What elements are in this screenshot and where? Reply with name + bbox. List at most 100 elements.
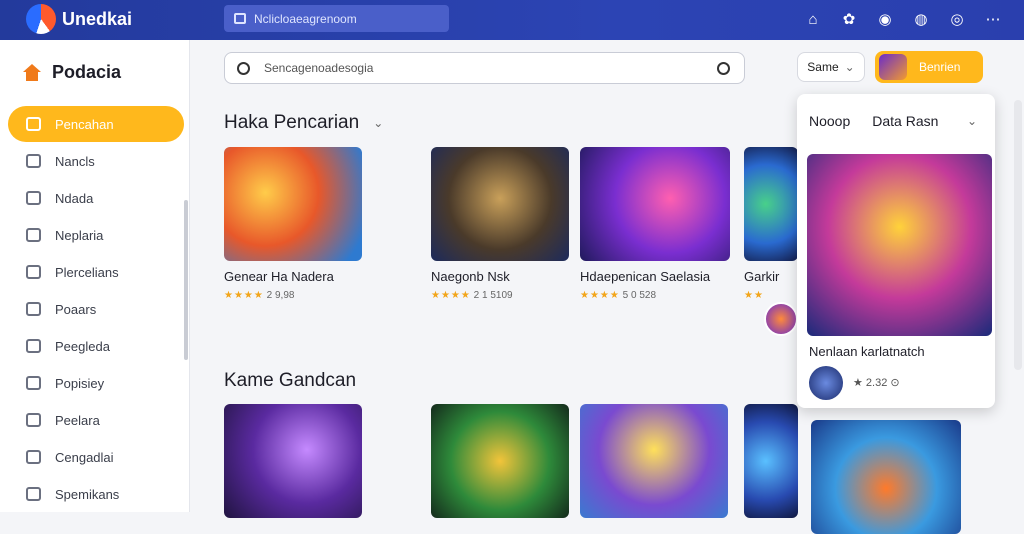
address-bar[interactable]: Nclicloaeagrenoom bbox=[224, 5, 449, 32]
section-title-2: Kame Gandcan bbox=[224, 370, 356, 392]
sort-dropdown[interactable]: Same ⌄ bbox=[797, 52, 865, 82]
home-icon[interactable]: ⌂ bbox=[802, 8, 824, 30]
popup-tab-2[interactable]: Data Rasn bbox=[872, 113, 938, 129]
chevron-down-icon[interactable]: ⌄ bbox=[967, 114, 977, 128]
record-icon[interactable]: ◉ bbox=[874, 8, 896, 30]
sidebar-item-label: Ndada bbox=[55, 190, 94, 206]
profile-icon[interactable]: ◎ bbox=[946, 8, 968, 30]
sidebar-item-2[interactable]: Ndada bbox=[8, 180, 184, 216]
game-card[interactable]: Genear Ha Nadera ★★★★ 2 9,98 bbox=[224, 147, 362, 301]
sidebar-item-6[interactable]: Peegleda bbox=[8, 328, 184, 364]
game-card[interactable]: Garkir ★★ bbox=[744, 147, 798, 301]
game-thumbnail bbox=[431, 404, 569, 518]
sidebar-item-label: Nancls bbox=[55, 153, 95, 169]
sidebar-item-4[interactable]: Plercelians bbox=[8, 254, 184, 290]
search-input[interactable]: Sencagenoadesogia bbox=[224, 52, 745, 84]
sidebar-item-label: Plercelians bbox=[55, 264, 119, 280]
sidebar-item-1[interactable]: Nancls bbox=[8, 143, 184, 179]
lock-icon bbox=[234, 13, 246, 24]
section-title-text: Haka Pencarian bbox=[224, 112, 360, 133]
star-rating-icon: ★★★★ bbox=[224, 290, 264, 301]
game-thumbnail bbox=[744, 147, 798, 261]
sidebar-item-icon bbox=[26, 339, 41, 353]
chevron-down-icon: ⌄ bbox=[373, 116, 384, 130]
sidebar-item-0[interactable]: Pencahan bbox=[8, 106, 184, 142]
star-rating-icon: ★★★★ bbox=[431, 290, 471, 301]
game-rating: ★★★★ 2 1 5109 bbox=[431, 290, 569, 301]
game-card[interactable] bbox=[224, 404, 362, 518]
sidebar-item-8[interactable]: Peelara bbox=[8, 402, 184, 438]
sort-label: Same bbox=[807, 60, 839, 74]
sidebar-item-label: Peegleda bbox=[55, 338, 110, 354]
sidebar-item-icon bbox=[26, 154, 41, 168]
sidebar-item-10[interactable]: Spemikans bbox=[8, 476, 184, 512]
game-rating: ★★★★ 2 9,98 bbox=[224, 290, 362, 301]
sidebar-scrollbar[interactable] bbox=[184, 200, 188, 360]
sidebar-header: Podacia bbox=[22, 62, 121, 83]
game-thumbnail bbox=[224, 147, 362, 261]
top-bar: Unedkai Nclicloaeagrenoom ⌂ ✿ ◉ ◍ ◎ ⋯ bbox=[0, 0, 1024, 40]
sidebar-item-5[interactable]: Poaars bbox=[8, 291, 184, 327]
game-card[interactable] bbox=[744, 404, 798, 518]
sidebar-item-icon bbox=[26, 302, 41, 316]
section-title-text: Kame Gandcan bbox=[224, 370, 357, 391]
sidebar-item-label: Cengadlai bbox=[55, 449, 114, 465]
game-card[interactable] bbox=[811, 420, 961, 534]
sidebar-item-7[interactable]: Popisiey bbox=[8, 365, 184, 401]
rating-value: 2 1 5109 bbox=[473, 290, 513, 301]
game-card[interactable]: Naegonb Nsk ★★★★ 2 1 5109 bbox=[431, 147, 569, 301]
game-thumbnail bbox=[580, 404, 728, 518]
popup-game-name: Nenlaan karlatnatch bbox=[809, 344, 925, 359]
game-card[interactable]: Hdaepenican Saelasia ★★★★ 5 0 528 bbox=[580, 147, 730, 301]
sidebar-item-icon bbox=[26, 376, 41, 390]
sidebar-item-label: Popisiey bbox=[55, 375, 105, 391]
game-card[interactable] bbox=[580, 404, 728, 518]
game-badge-icon[interactable] bbox=[764, 302, 798, 336]
main-scrollbar[interactable] bbox=[1014, 100, 1022, 370]
chevron-down-icon: ⌄ bbox=[844, 60, 855, 74]
popup-game-image[interactable] bbox=[807, 154, 992, 336]
extension-icon[interactable]: ✿ bbox=[838, 8, 860, 30]
camera-icon[interactable]: ◍ bbox=[910, 8, 932, 30]
game-thumbnail bbox=[580, 147, 730, 261]
more-icon[interactable]: ⋯ bbox=[982, 8, 1004, 30]
sidebar-item-3[interactable]: Neplaria bbox=[8, 217, 184, 253]
popup-tabs: Nooop Data Rasn bbox=[809, 113, 938, 129]
app-logo-icon[interactable] bbox=[26, 4, 56, 34]
search-submit-icon[interactable] bbox=[717, 62, 730, 75]
top-icons: ⌂ ✿ ◉ ◍ ◎ ⋯ bbox=[802, 8, 1004, 30]
game-name: Garkir bbox=[744, 269, 780, 284]
sidebar-item-9[interactable]: Cengadlai bbox=[8, 439, 184, 475]
popup-tab-1[interactable]: Nooop bbox=[809, 113, 850, 129]
home-icon bbox=[22, 63, 42, 82]
sidebar-item-icon bbox=[26, 413, 41, 427]
sidebar-item-icon bbox=[26, 450, 41, 464]
game-thumbnail bbox=[744, 404, 798, 518]
section-title-1[interactable]: Haka Pencarian ⌄ bbox=[224, 112, 383, 134]
rating-value: 5 0 528 bbox=[622, 290, 657, 301]
address-text: Nclicloaeagrenoom bbox=[254, 11, 357, 26]
avatar bbox=[809, 366, 843, 400]
search-placeholder: Sencagenoadesogia bbox=[264, 61, 374, 75]
sidebar-item-label: Peelara bbox=[55, 412, 100, 428]
main-content: Sencagenoadesogia Same ⌄ Benrien Haka Pe… bbox=[191, 40, 1024, 534]
brand-name: Unedkai bbox=[62, 9, 133, 29]
star-rating-icon: ★★★★ bbox=[580, 290, 620, 301]
sidebar-item-label: Neplaria bbox=[55, 227, 104, 243]
sidebar: Podacia Pencahan Nancls Ndada Neplaria P… bbox=[0, 40, 190, 512]
game-thumbnail bbox=[811, 420, 961, 534]
game-card[interactable] bbox=[431, 404, 569, 518]
profile-button[interactable]: Benrien bbox=[875, 51, 983, 83]
sidebar-item-label: Poaars bbox=[55, 301, 97, 317]
game-name: Hdaepenican Saelasia bbox=[580, 269, 711, 284]
avatar bbox=[879, 54, 907, 80]
game-name: Genear Ha Nadera bbox=[224, 269, 334, 284]
game-rating: ★★★★ 5 0 528 bbox=[580, 290, 730, 301]
star-rating-icon: ★★ bbox=[744, 290, 764, 301]
sidebar-item-icon bbox=[26, 265, 41, 279]
sidebar-nav: Pencahan Nancls Ndada Neplaria Plercelia… bbox=[8, 106, 184, 513]
game-detail-popup: Nooop Data Rasn ⌄ Nenlaan karlatnatch ★ … bbox=[797, 94, 995, 408]
sidebar-item-label: Pencahan bbox=[55, 116, 114, 132]
search-icon bbox=[237, 61, 250, 75]
rating-value: 2 9,98 bbox=[266, 290, 295, 301]
